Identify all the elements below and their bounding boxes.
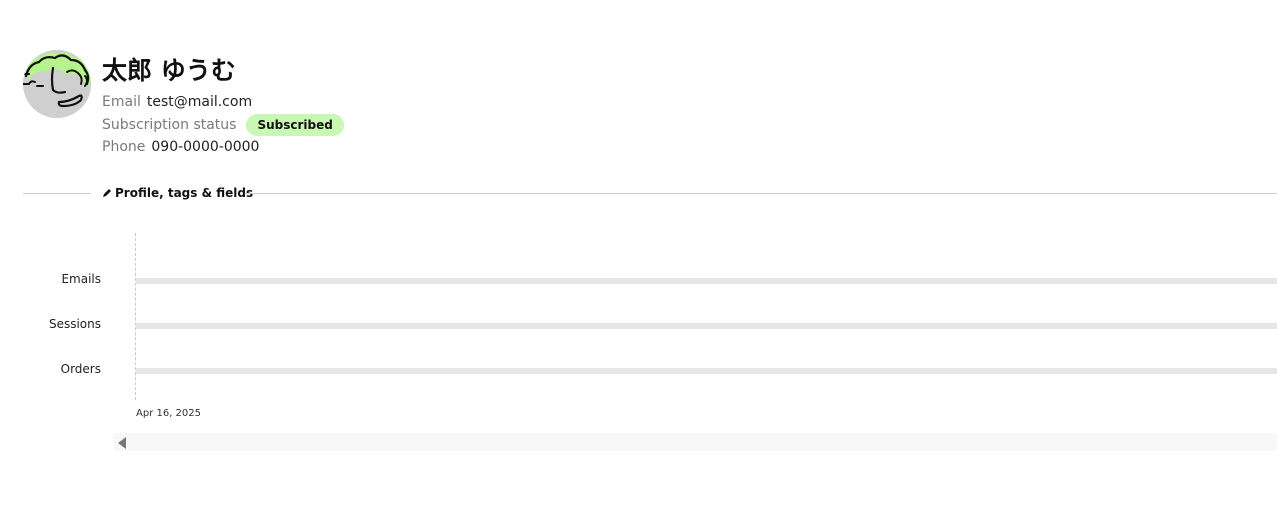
pencil-icon [103,189,111,197]
track-bar-sessions [136,323,1277,329]
track-label-orders: Orders [60,362,101,376]
avatar-illustration [23,50,91,118]
track-label-sessions: Sessions [48,317,101,331]
email-value: test@mail.com [146,94,253,110]
edit-profile-link[interactable]: Profile, tags & fields [102,184,253,202]
phone-label: Phone [102,139,146,155]
track-bar-emails [136,278,1277,284]
email-row: Email test@mail.com [102,92,252,112]
section-divider-left [23,193,91,194]
scroll-left-button[interactable] [114,433,132,451]
phone-value: 090-0000-0000 [151,139,260,155]
avatar [23,50,91,118]
subscription-label: Subscription status [102,117,237,133]
timeline-scrollbar[interactable] [114,433,1277,451]
subscription-row: Subscription status Subscribed [102,114,344,136]
edit-profile-link-label: Profile, tags & fields [115,186,254,200]
track-bar-orders [136,368,1277,374]
track-label-emails: Emails [61,272,101,286]
phone-row: Phone 090-0000-0000 [102,137,259,157]
timeline-date-marker [135,233,136,400]
timeline-date-label: Apr 16, 2025 [136,408,202,419]
profile-name: 太郎 ゆうむ [102,56,236,85]
email-label: Email [102,94,141,110]
caret-left-icon [118,437,126,449]
status-badge: Subscribed [246,114,344,136]
section-divider-right [245,193,1277,194]
